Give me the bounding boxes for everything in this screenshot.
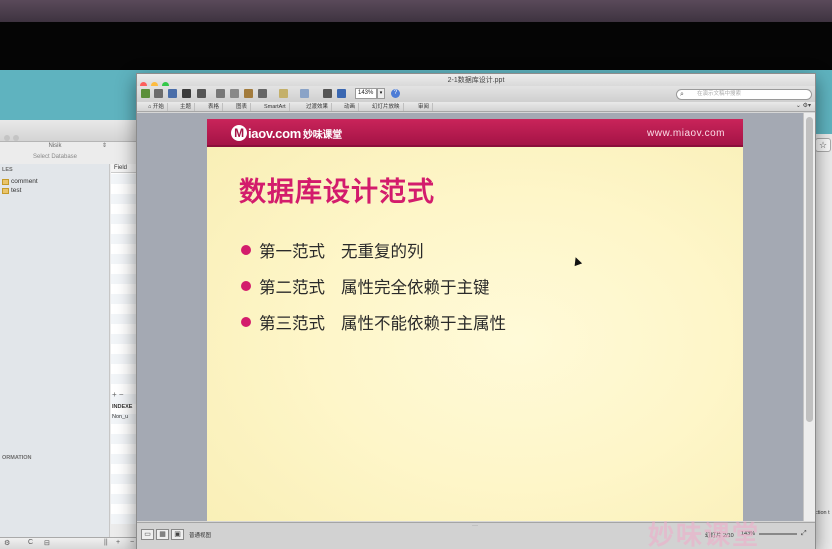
undo-icon[interactable] <box>279 89 288 98</box>
tab-animations[interactable]: 动画 <box>341 103 360 111</box>
database-client-window: Nisik ⇕ Select Database LES comment test… <box>0 120 145 549</box>
slide-banner: M iaov.com 妙味课堂 www.miaov.com <box>207 119 743 147</box>
normal-view-icon[interactable]: ▭ <box>141 529 154 540</box>
bullet-list: 第一范式 无重复的列 第二范式 属性完全依赖于主键 第三范式 属性不能依赖于主属… <box>241 232 506 340</box>
tab-review[interactable]: 审阅 <box>415 103 434 111</box>
tables-section-header: LES <box>2 167 13 173</box>
splitter-handle[interactable]: ··· <box>472 523 478 529</box>
bullet-text: 属性不能依赖于主属性 <box>341 314 506 333</box>
slide[interactable]: M iaov.com 妙味课堂 www.miaov.com 数据库设计范式 第一… <box>207 119 743 521</box>
slideshow-icon[interactable]: ▣ <box>171 529 184 540</box>
refresh-icon[interactable]: C <box>28 539 33 546</box>
vertical-scrollbar[interactable] <box>803 113 815 521</box>
print-icon[interactable] <box>197 89 206 98</box>
bullet-dot-icon <box>241 317 251 327</box>
tables-sidebar: LES comment test <box>0 164 110 549</box>
powerpoint-window: 2-1数据库设计.ppt 143% ▾ ? ⌕ 在演示文稿中搜索 ⌂ 开始 主题… <box>136 73 816 549</box>
truncated-text: ction t <box>815 510 830 516</box>
tab-slideshow[interactable]: 幻灯片放映 <box>369 103 404 111</box>
slide-sorter-icon[interactable]: ▦ <box>156 529 169 540</box>
miaov-logo: M iaov.com 妙味课堂 <box>231 125 342 141</box>
bullet-item: 第二范式 属性完全依赖于主键 <box>241 268 506 304</box>
redo-icon[interactable] <box>300 89 309 98</box>
add-remove-buttons[interactable]: + − <box>112 390 124 399</box>
desktop-black-band <box>0 22 832 70</box>
bullet-dot-icon <box>241 245 251 255</box>
slide-canvas: M iaov.com 妙味课堂 www.miaov.com 数据库设计范式 第一… <box>137 113 803 521</box>
tab-home[interactable]: ⌂ 开始 <box>145 103 168 111</box>
slide-title: 数据库设计范式 <box>239 177 435 208</box>
logo-m-mark: M <box>231 125 247 141</box>
ribbon-tabs: ⌂ 开始 主题 表格 图表 SmartArt 过渡效果 动画 幻灯片放映 审阅 … <box>137 102 815 112</box>
table-icon <box>2 178 9 185</box>
screen: Nisik ⇕ Select Database LES comment test… <box>0 0 832 549</box>
add-icon[interactable]: + <box>116 539 120 546</box>
table-item-label: comment <box>11 178 38 185</box>
bullet-label: 第三范式 <box>259 314 325 333</box>
tab-tables[interactable]: 表格 <box>205 103 224 111</box>
db-bottom-bar: ⚙ C ⊟ || + − <box>0 537 145 549</box>
table-item-test[interactable]: test <box>2 187 21 194</box>
new-icon[interactable] <box>141 89 150 98</box>
gallery-icon[interactable] <box>154 89 163 98</box>
tab-themes[interactable]: 主题 <box>177 103 196 111</box>
information-section-header: ORMATION <box>2 455 32 461</box>
search-icon: ⌕ <box>680 91 684 98</box>
bullet-text: 无重复的列 <box>341 242 424 261</box>
watermark: 妙味课堂 <box>648 521 761 549</box>
bullet-item: 第三范式 属性不能依赖于主属性 <box>241 304 506 340</box>
index-column-header: Non_u <box>112 414 129 420</box>
table-icon <box>2 187 9 194</box>
save-icon[interactable] <box>182 89 191 98</box>
database-selector[interactable]: Nisik ⇕ <box>0 140 110 152</box>
indexes-header: INDEXE <box>112 404 133 410</box>
paste-icon[interactable] <box>244 89 253 98</box>
chevron-updown-icon: ⇕ <box>101 143 107 149</box>
cut-icon[interactable] <box>216 89 225 98</box>
bullet-text: 属性完全依赖于主键 <box>341 278 490 297</box>
logo-chinese: 妙味课堂 <box>303 129 342 141</box>
search-field[interactable]: ⌕ 在演示文稿中搜索 <box>676 89 812 100</box>
info-panel-icon[interactable]: ⊟ <box>44 539 50 547</box>
ribbon-options-icon[interactable]: ⌄ ⚙▾ <box>796 102 811 109</box>
scrollbar-thumb[interactable] <box>806 117 813 422</box>
fit-to-window-icon[interactable]: ⤢ <box>801 530 807 538</box>
copy-icon[interactable] <box>230 89 239 98</box>
bullet-label: 第一范式 <box>259 242 325 261</box>
standard-toolbar: 143% ▾ ? ⌕ 在演示文稿中搜索 <box>137 86 815 102</box>
search-placeholder: 在演示文稿中搜索 <box>697 91 742 97</box>
desktop-top-strip <box>0 0 832 22</box>
zoom-field[interactable]: 143% <box>355 88 377 99</box>
table-item-comment[interactable]: comment <box>2 178 38 185</box>
powerpoint-titlebar: 2-1数据库设计.ppt <box>137 74 815 89</box>
toolbox-icon[interactable] <box>337 89 346 98</box>
table-item-label: test <box>11 187 22 194</box>
tab-transitions[interactable]: 过渡效果 <box>303 103 333 111</box>
bullet-dot-icon <box>241 281 251 291</box>
zoom-slider[interactable] <box>759 533 797 535</box>
site-url: www.miaov.com <box>647 128 725 139</box>
help-icon[interactable]: ? <box>391 89 400 98</box>
select-database-label: Select Database <box>32 154 78 160</box>
gear-icon[interactable]: ⚙ <box>4 539 10 547</box>
view-mode-label: 普通视图 <box>189 533 212 539</box>
open-icon[interactable] <box>168 89 177 98</box>
db-window-titlebar <box>0 120 144 142</box>
bullet-item: 第一范式 无重复的列 <box>241 232 506 268</box>
pause-icon[interactable]: || <box>104 539 108 546</box>
remove-icon[interactable]: − <box>130 539 134 546</box>
bullet-label: 第二范式 <box>259 278 325 297</box>
database-selector-value: Nisik <box>48 143 62 149</box>
view-buttons: ▭ ▦ ▣ <box>141 529 184 540</box>
format-painter-icon[interactable] <box>258 89 267 98</box>
tab-smartart[interactable]: SmartArt <box>261 103 290 111</box>
logo-text: iaov.com <box>248 125 301 141</box>
bookmark-star-icon[interactable]: ☆ <box>815 138 831 152</box>
sidebar-icon[interactable] <box>323 89 332 98</box>
zoom-dropdown-icon[interactable]: ▾ <box>377 88 385 99</box>
tab-charts[interactable]: 图表 <box>233 103 252 111</box>
window-title: 2-1数据库设计.ppt <box>447 77 505 84</box>
